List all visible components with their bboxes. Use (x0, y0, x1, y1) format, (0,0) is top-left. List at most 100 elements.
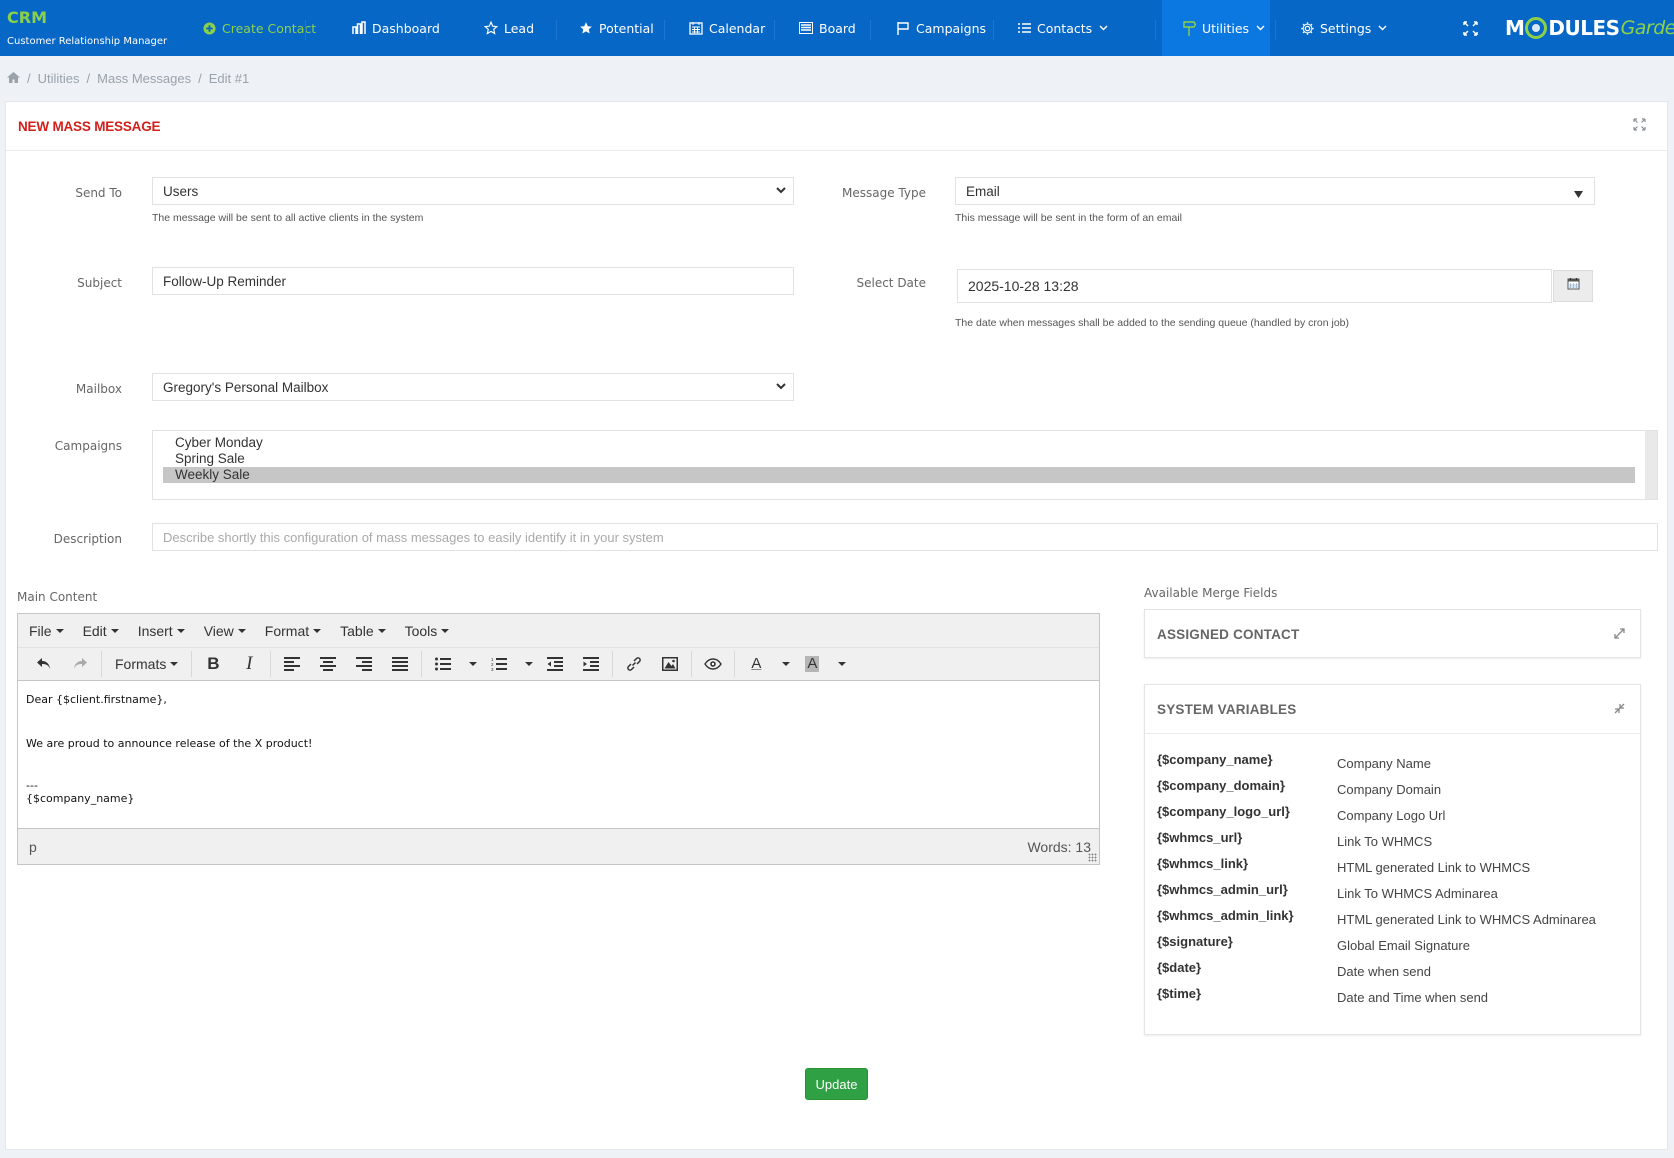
star-icon (578, 20, 594, 36)
system-variables-title[interactable]: SYSTEM VARIABLES (1157, 702, 1296, 717)
indent-button[interactable] (573, 649, 609, 679)
content-line: We are proud to announce release of the … (26, 737, 313, 750)
date-picker-button[interactable] (1553, 270, 1593, 302)
element-path[interactable]: p (29, 839, 37, 855)
content-line: {$company_name} (26, 792, 135, 805)
variable-row[interactable]: {$whmcs_url} Link To WHMCS (1157, 830, 1627, 856)
indent-icon (583, 657, 600, 671)
expand-icon[interactable] (1633, 118, 1647, 132)
variable-row[interactable]: {$company_logo_url} Company Logo Url (1157, 804, 1627, 830)
flag-icon (895, 20, 911, 36)
bullet-list-button[interactable] (425, 649, 461, 679)
nav-create-contact[interactable]: Create Contact (201, 0, 316, 56)
nav-divider (664, 20, 665, 40)
chevron-down-icon (1256, 23, 1265, 34)
variable-row[interactable]: {$whmcs_admin_link} HTML generated Link t… (1157, 908, 1627, 934)
content-line: Dear {$client.firstname}, (26, 693, 167, 706)
variable-row[interactable]: {$whmcs_link} HTML generated Link to WHMC… (1157, 856, 1627, 882)
chevron-down-icon (775, 184, 787, 196)
variable-row[interactable]: {$company_domain} Company Domain (1157, 778, 1627, 804)
nav-settings[interactable]: Settings (1299, 0, 1387, 56)
variable-key: {$company_logo_url} (1157, 804, 1290, 819)
resize-handle[interactable] (1088, 853, 1097, 862)
background-color-icon: A (805, 655, 820, 672)
nav-calendar[interactable]: Calendar (688, 0, 765, 56)
redo-button[interactable] (62, 649, 98, 679)
campaign-option[interactable]: Cyber Monday (163, 435, 1635, 451)
align-left-icon (284, 657, 301, 671)
breadcrumb-utilities[interactable]: Utilities (38, 71, 80, 86)
variable-row[interactable]: {$whmcs_admin_url} Link To WHMCS Adminare… (1157, 882, 1627, 908)
numbered-list-button[interactable]: 123 (481, 649, 517, 679)
bullet-list-dropdown[interactable] (461, 649, 481, 679)
italic-button[interactable]: I (231, 649, 267, 679)
text-color-icon: A (751, 655, 762, 672)
background-color-dropdown[interactable] (830, 649, 850, 679)
nav-potential[interactable]: Potential (578, 0, 654, 56)
campaigns-multiselect[interactable]: Cyber Monday Spring Sale Weekly Sale (152, 430, 1658, 500)
menu-tools[interactable]: Tools (405, 623, 450, 639)
align-left-button[interactable] (274, 649, 310, 679)
link-button[interactable] (616, 649, 652, 679)
menu-format[interactable]: Format (265, 623, 322, 639)
menu-table[interactable]: Table (340, 623, 386, 639)
menu-insert[interactable]: Insert (138, 623, 185, 639)
nav-label: Dashboard (372, 20, 440, 36)
brand[interactable]: CRM Customer Relationship Manager (7, 8, 167, 47)
subject-label: Subject (77, 276, 122, 290)
variable-description: Date when send (1337, 964, 1431, 979)
send-to-select[interactable]: Users (152, 177, 794, 205)
numbered-list-icon: 123 (491, 657, 508, 671)
outdent-button[interactable] (537, 649, 573, 679)
campaign-option-selected[interactable]: Weekly Sale (163, 467, 1635, 483)
nav-label: Lead (504, 20, 535, 36)
campaign-option[interactable]: Spring Sale (163, 451, 1635, 467)
expand-icon[interactable] (1614, 626, 1626, 639)
variable-row[interactable]: {$time} Date and Time when send (1157, 986, 1627, 1012)
background-color-button[interactable]: A (794, 649, 830, 679)
fullscreen-button[interactable] (1462, 0, 1483, 56)
text-color-dropdown[interactable] (774, 649, 794, 679)
nav-campaigns[interactable]: Campaigns (895, 0, 986, 56)
subject-input[interactable]: Follow-Up Reminder (152, 267, 794, 295)
editor-content[interactable]: Dear {$client.firstname}, We are proud t… (18, 681, 1099, 830)
home-icon[interactable] (7, 71, 20, 86)
align-right-button[interactable] (346, 649, 382, 679)
numbered-list-dropdown[interactable] (517, 649, 537, 679)
variable-row[interactable]: {$date} Date when send (1157, 960, 1627, 986)
variable-key: {$whmcs_url} (1157, 830, 1243, 845)
mailbox-select[interactable]: Gregory's Personal Mailbox (152, 373, 794, 401)
variable-description: Link To WHMCS (1337, 834, 1433, 849)
variable-row[interactable]: {$company_name} Company Name (1157, 752, 1627, 778)
nav-utilities[interactable]: Utilities (1162, 0, 1270, 56)
nav-lead[interactable]: Lead (483, 0, 534, 56)
redo-icon (74, 658, 87, 669)
nav-board[interactable]: Board (798, 0, 856, 56)
update-button[interactable]: Update (805, 1068, 868, 1100)
select-date-help: The date when messages shall be added to… (955, 317, 1350, 329)
variable-row[interactable]: {$signature} Global Email Signature (1157, 934, 1627, 960)
card-header: NEW MASS MESSAGE (6, 102, 1667, 151)
text-color-button[interactable]: A (738, 649, 774, 679)
nav-contacts[interactable]: Contacts (1016, 0, 1108, 56)
breadcrumb-mass-messages[interactable]: Mass Messages (97, 71, 191, 86)
select-date-input[interactable]: 2025-10-28 13:28 (957, 269, 1552, 303)
message-type-label: Message Type (842, 186, 926, 200)
preview-button[interactable] (695, 649, 731, 679)
formats-dropdown[interactable]: Formats (105, 656, 188, 672)
align-justify-button[interactable] (382, 649, 418, 679)
assigned-contact-title[interactable]: ASSIGNED CONTACT (1157, 627, 1299, 642)
message-type-select[interactable]: Email (955, 177, 1595, 205)
menu-edit[interactable]: Edit (83, 623, 119, 639)
menu-file[interactable]: File (29, 623, 64, 639)
nav-label: Create Contact (222, 20, 317, 36)
collapse-icon[interactable] (1614, 701, 1626, 714)
description-input[interactable]: Describe shortly this configuration of m… (152, 523, 1658, 551)
bar-chart-icon (351, 20, 367, 36)
campaigns-scrollbar[interactable] (1645, 431, 1657, 499)
bold-button[interactable]: B (195, 649, 231, 679)
image-button[interactable] (652, 649, 688, 679)
undo-button[interactable] (26, 649, 62, 679)
align-center-button[interactable] (310, 649, 346, 679)
menu-view[interactable]: View (204, 623, 246, 639)
